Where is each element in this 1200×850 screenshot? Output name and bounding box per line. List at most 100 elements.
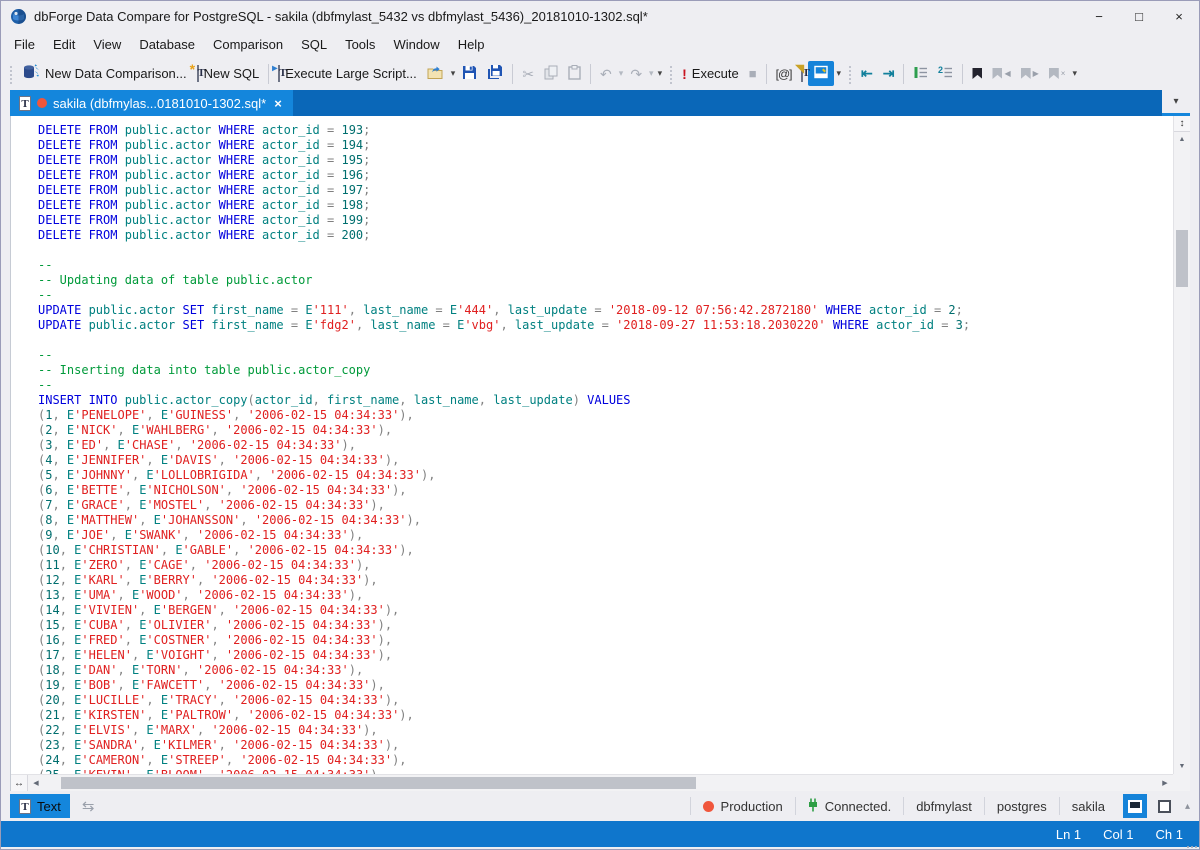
text-view-tab[interactable]: Text	[10, 794, 70, 818]
open-file-dropdown[interactable]: ▾	[449, 65, 458, 82]
text-view-label: Text	[37, 799, 61, 814]
code-line: UPDATE public.actor SET first_name = E'1…	[38, 303, 1173, 318]
code-line: (23, E'SANDRA', E'KILMER', '2006-02-15 0…	[38, 738, 1173, 753]
undo-dropdown[interactable]: ▾	[617, 65, 626, 82]
comment-icon	[913, 65, 928, 83]
execute-large-script-button[interactable]: ▸ Execute Large Script...	[273, 63, 422, 84]
swap-sources-icon[interactable]: ⇆	[82, 797, 95, 815]
next-bookmark-icon	[1021, 68, 1031, 79]
paste-button[interactable]	[563, 62, 586, 86]
tab-close-icon[interactable]: ×	[272, 96, 284, 111]
previous-bookmark-button[interactable]: ◀	[987, 65, 1015, 82]
code-line: (3, E'ED', E'CHASE', '2006-02-15 04:34:3…	[38, 438, 1173, 453]
open-file-button[interactable]	[422, 62, 449, 86]
open-documents-dropdown[interactable]: ▾	[1171, 93, 1180, 110]
vertical-scrollbar[interactable]: ↕ ▲ ▼	[1173, 116, 1190, 774]
layout-split-button[interactable]	[1123, 794, 1147, 818]
scroll-right-arrow[interactable]: ▶	[1157, 775, 1173, 791]
horizontal-splitter-handle[interactable]: ↔	[11, 775, 28, 791]
tab-sakila-script[interactable]: sakila (dbfmylas...0181010-1302.sql* ×	[10, 90, 293, 116]
code-line: (21, E'KIRSTEN', E'PALTROW', '2006-02-15…	[38, 708, 1173, 723]
uncomment-lines-button[interactable]: 2	[933, 62, 958, 86]
code-line: (9, E'JOE', E'SWANK', '2006-02-15 04:34:…	[38, 528, 1173, 543]
decrease-indent-icon: ⇤	[861, 65, 873, 82]
connection-indicator[interactable]: Connected.	[796, 797, 904, 815]
code-line: -- Inserting data into table public.acto…	[38, 363, 1173, 378]
resize-grip[interactable]	[1186, 845, 1198, 849]
increase-indent-button[interactable]: ⇥	[878, 62, 900, 85]
minimize-button[interactable]: −	[1079, 1, 1119, 31]
scroll-up-arrow[interactable]: ▲	[1174, 132, 1190, 147]
menu-comparison[interactable]: Comparison	[204, 33, 292, 56]
code-line: UPDATE public.actor SET first_name = E'f…	[38, 318, 1173, 333]
menu-tools[interactable]: Tools	[336, 33, 384, 56]
horizontal-scroll-thumb[interactable]	[61, 777, 696, 789]
execute-button[interactable]: ! Execute	[677, 63, 744, 85]
redo-button[interactable]: ↷	[625, 64, 647, 84]
toggle-bookmark-button[interactable]	[967, 65, 987, 82]
new-data-comparison-button[interactable]: New Data Comparison...	[17, 61, 192, 86]
save-button[interactable]	[457, 62, 482, 86]
code-line: DELETE FROM public.actor WHERE actor_id …	[38, 138, 1173, 153]
code-line: --	[38, 258, 1173, 273]
undo-button[interactable]: ↶	[595, 64, 617, 84]
manage-parameters-button[interactable]: [@]	[771, 64, 797, 84]
stop-execution-button[interactable]: ■	[744, 63, 762, 84]
code-line: DELETE FROM public.actor WHERE actor_id …	[38, 183, 1173, 198]
code-line: DELETE FROM public.actor WHERE actor_id …	[38, 228, 1173, 243]
results-grid-dropdown[interactable]: ▾	[834, 65, 843, 82]
toolbar-grip[interactable]	[847, 64, 852, 84]
menu-edit[interactable]: Edit	[44, 33, 84, 56]
menu-view[interactable]: View	[84, 33, 130, 56]
scroll-left-arrow[interactable]: ◀	[28, 775, 44, 791]
toolbar-overflow-button[interactable]: ▾	[656, 65, 665, 82]
close-button[interactable]: ×	[1159, 1, 1199, 31]
code-line: (20, E'LUCILLE', E'TRACY', '2006-02-15 0…	[38, 693, 1173, 708]
horizontal-scrollbar[interactable]: ↔ ◀ ▶	[11, 774, 1173, 791]
panel-overflow-button[interactable]: ▴	[1185, 801, 1190, 812]
generate-script-button[interactable]: ◥	[796, 63, 808, 84]
server-name[interactable]: dbfmylast	[904, 797, 984, 815]
app-window: dbForge Data Compare for PostgreSQL - sa…	[0, 0, 1200, 850]
menu-window[interactable]: Window	[384, 33, 448, 56]
redo-dropdown[interactable]: ▾	[647, 65, 656, 82]
toolbar-grip[interactable]	[668, 64, 673, 84]
cut-button[interactable]: ✂	[517, 64, 539, 84]
char-indicator: Ch 1	[1156, 827, 1183, 842]
window-bottom-edge	[1, 847, 1199, 849]
vertical-splitter-handle[interactable]: ↕	[1174, 116, 1190, 132]
copy-button[interactable]	[539, 62, 563, 86]
clear-bookmarks-button[interactable]: ×	[1044, 65, 1071, 82]
decrease-indent-button[interactable]: ⇤	[856, 62, 878, 85]
sql-editor[interactable]: DELETE FROM public.actor WHERE actor_id …	[11, 116, 1173, 774]
menu-file[interactable]: File	[5, 33, 44, 56]
tab-label: sakila (dbfmylas...0181010-1302.sql*	[53, 96, 266, 111]
environment-indicator[interactable]: Production	[691, 797, 795, 815]
database-name[interactable]: sakila	[1060, 797, 1117, 815]
code-line: (16, E'FRED', E'COSTNER', '2006-02-15 04…	[38, 633, 1173, 648]
copy-icon	[544, 65, 558, 83]
code-line: (8, E'MATTHEW', E'JOHANSSON', '2006-02-1…	[38, 513, 1173, 528]
save-all-button[interactable]	[482, 61, 508, 86]
layout-full-button[interactable]	[1153, 794, 1177, 818]
toolbar-grip[interactable]	[8, 64, 13, 84]
scroll-down-arrow[interactable]: ▼	[1174, 759, 1190, 774]
bookmarks-dropdown[interactable]: ▾	[1070, 65, 1079, 82]
menu-sql[interactable]: SQL	[292, 33, 336, 56]
increase-indent-icon: ⇥	[883, 65, 895, 82]
code-line: -- Updating data of table public.actor	[38, 273, 1173, 288]
code-line: DELETE FROM public.actor WHERE actor_id …	[38, 198, 1173, 213]
user-name[interactable]: postgres	[985, 797, 1059, 815]
results-grid-toggle-button[interactable]	[808, 61, 834, 86]
comment-lines-button[interactable]	[908, 62, 933, 86]
menu-database[interactable]: Database	[130, 33, 204, 56]
toolbar-separator	[590, 64, 591, 84]
new-sql-button[interactable]: * New SQL	[192, 63, 265, 84]
menu-help[interactable]: Help	[449, 33, 494, 56]
maximize-button[interactable]: □	[1119, 1, 1159, 31]
new-sql-icon: *	[197, 66, 199, 81]
vertical-scroll-thumb[interactable]	[1176, 230, 1188, 287]
next-bookmark-button[interactable]: ▶	[1016, 65, 1044, 82]
undo-icon: ↶	[600, 67, 612, 81]
text-view-icon	[19, 799, 31, 814]
